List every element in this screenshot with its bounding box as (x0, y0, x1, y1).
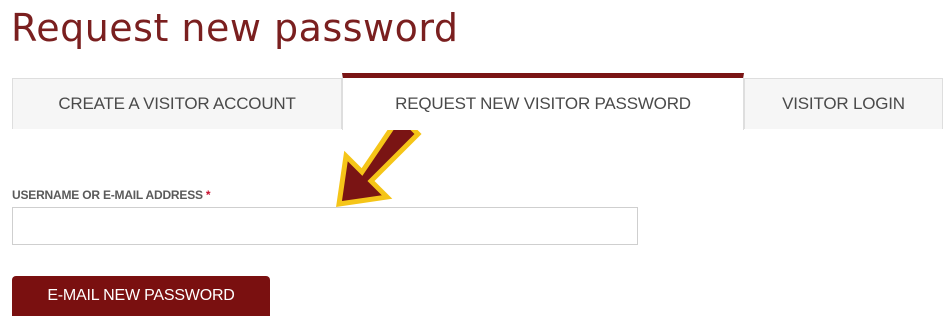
email-new-password-button[interactable]: E-MAIL NEW PASSWORD (12, 276, 270, 316)
username-email-input[interactable] (12, 207, 638, 245)
username-email-label-text: USERNAME OR E-MAIL ADDRESS (12, 188, 203, 202)
tab-request-new-visitor-password[interactable]: REQUEST NEW VISITOR PASSWORD (342, 73, 744, 130)
page-title: Request new password (11, 6, 459, 50)
tab-strip: CREATE A VISITOR ACCOUNT REQUEST NEW VIS… (12, 73, 943, 130)
required-marker: * (205, 188, 211, 202)
username-email-label: USERNAME OR E-MAIL ADDRESS * (12, 188, 211, 202)
tab-visitor-login[interactable]: VISITOR LOGIN (744, 78, 943, 129)
tab-create-visitor-account[interactable]: CREATE A VISITOR ACCOUNT (12, 78, 342, 129)
